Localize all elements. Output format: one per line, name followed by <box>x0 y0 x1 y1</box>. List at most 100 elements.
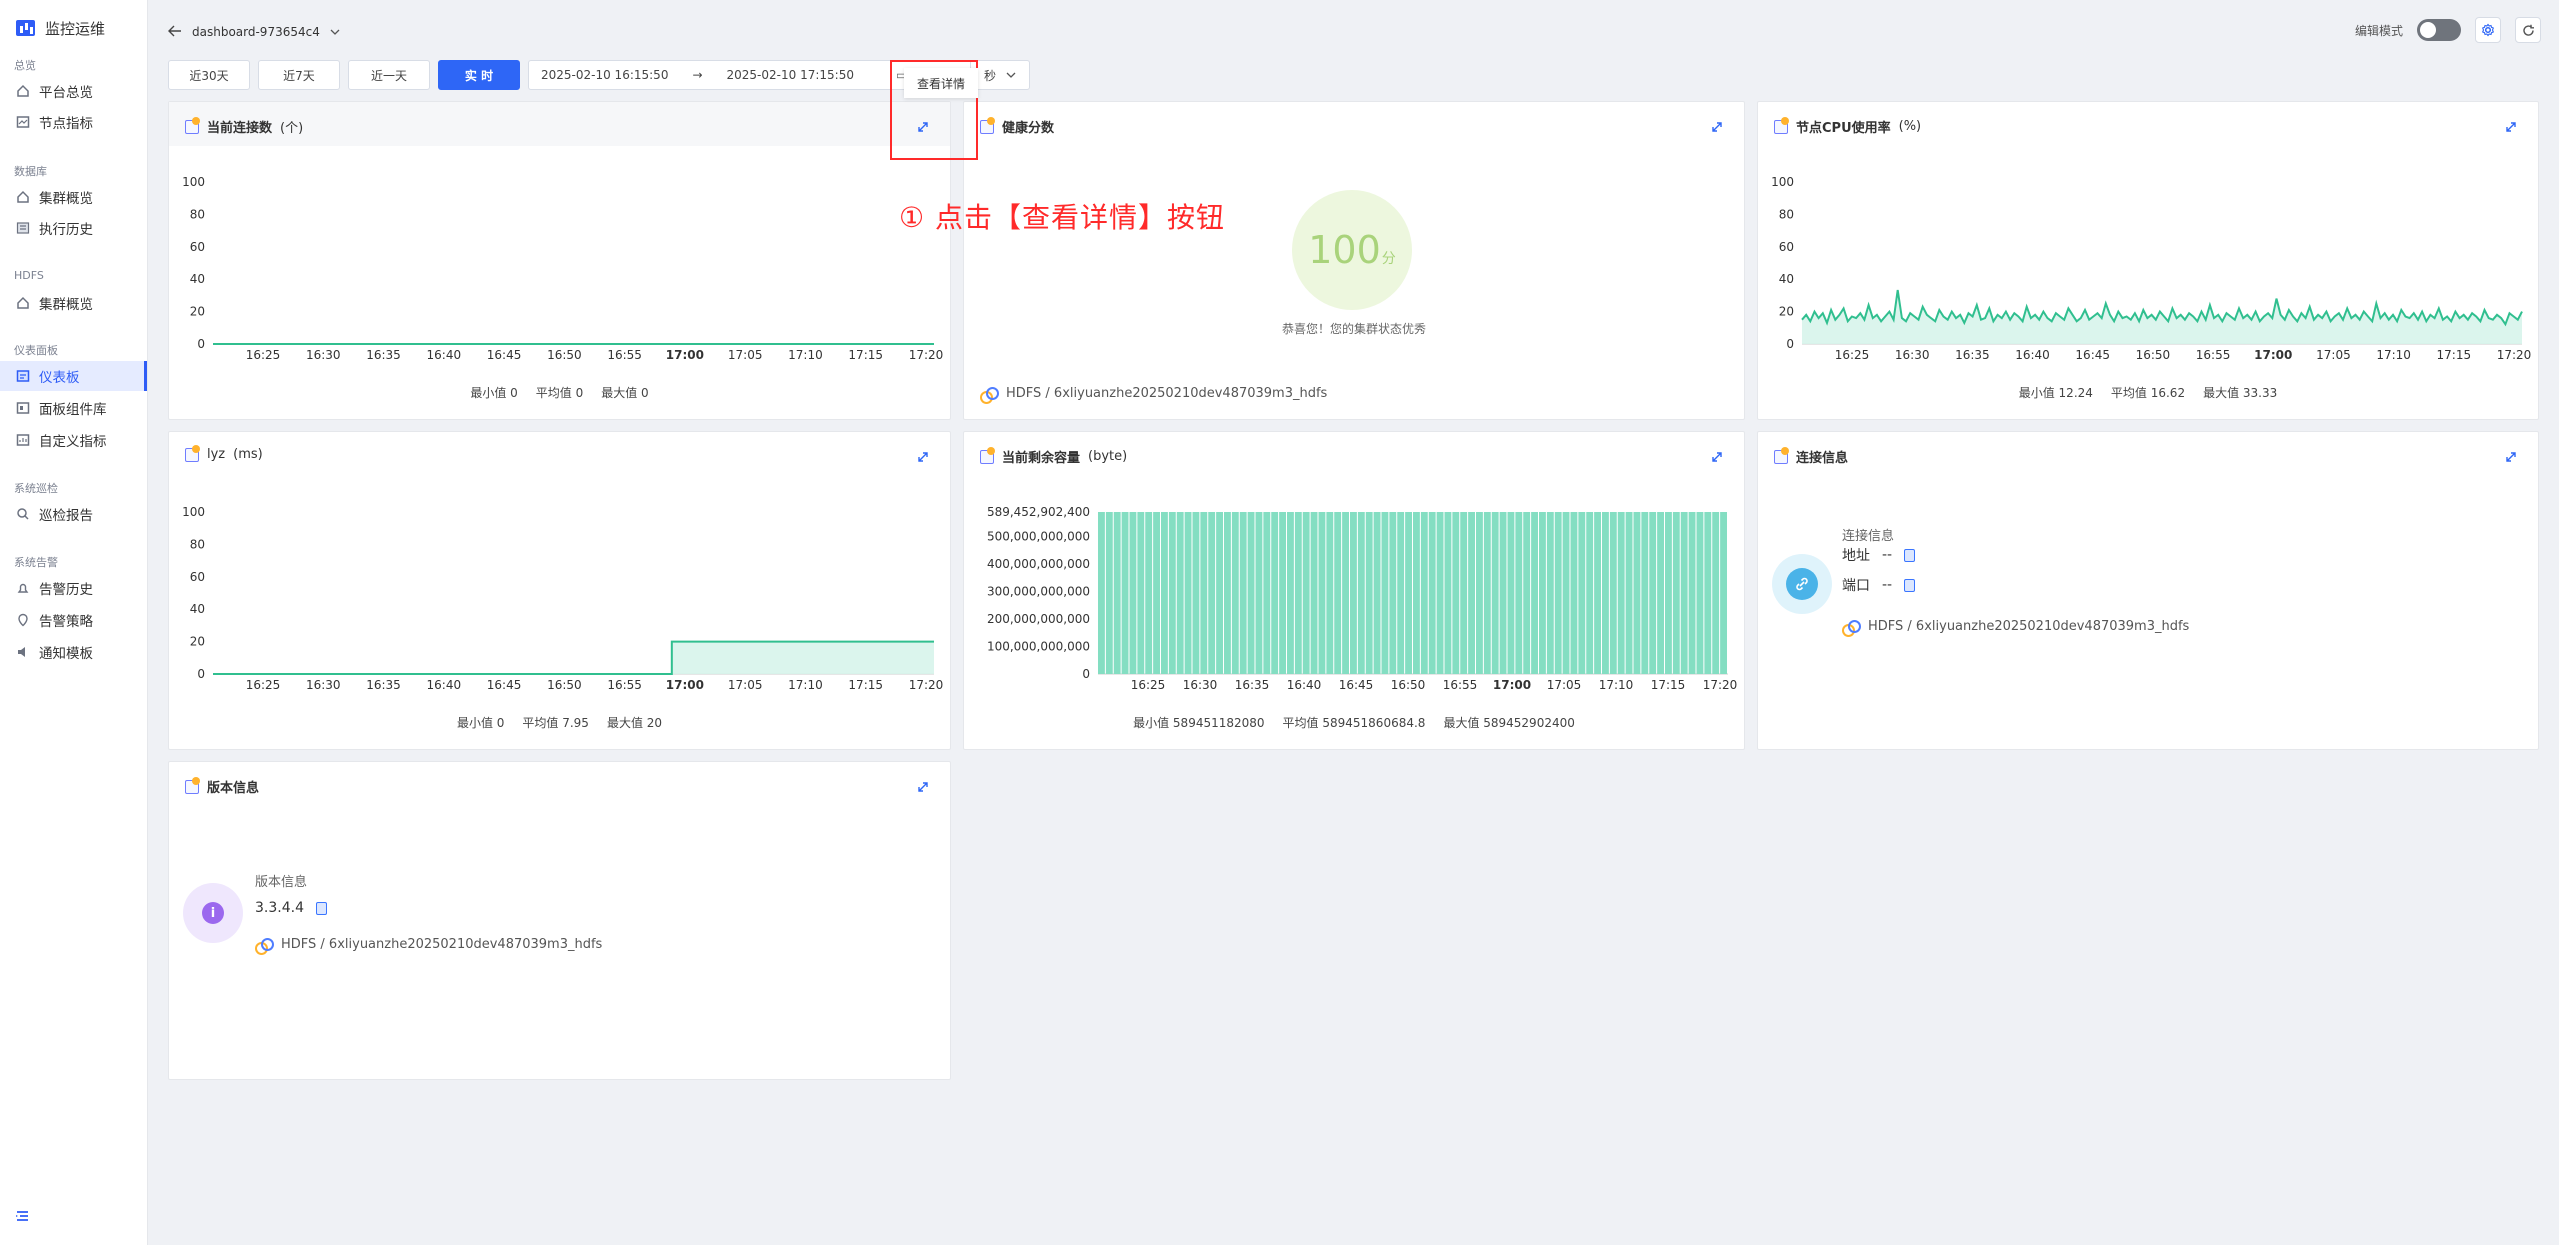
menu-collapse-icon[interactable] <box>15 1208 30 1222</box>
hdfs-icon <box>255 937 274 955</box>
sidebar-item-label: 仪表板 <box>39 370 80 386</box>
copy-icon[interactable] <box>1904 548 1916 562</box>
x-tick-label: 17:10 <box>788 678 823 692</box>
series-area <box>1802 290 2522 344</box>
y-tick-label: 0 <box>1082 667 1090 681</box>
nav-group-database: 数据库 <box>14 165 47 178</box>
address-row: 地址 -- <box>1842 545 1916 565</box>
cpu-stats: 最小值 12.24 平均值 16.62 最大值 33.33 <box>1758 384 2538 401</box>
y-tick-label: 100,000,000,000 <box>987 640 1090 654</box>
stat-max: 最大值 33.33 <box>2203 386 2278 400</box>
sidebar-item-notification-template[interactable]: 通知模板 <box>0 637 147 667</box>
sidebar-item-custom-metrics[interactable]: 自定义指标 <box>0 425 147 455</box>
sidebar-item-execution-history[interactable]: 执行历史 <box>0 213 147 243</box>
x-tick-label: 17:00 <box>1493 678 1531 692</box>
capacity-bar <box>1539 512 1546 674</box>
sidebar-item-dashboard[interactable]: 仪表板 <box>0 361 147 391</box>
list-icon <box>16 221 30 235</box>
logo-icon <box>16 20 35 36</box>
sidebar-item-label: 告警历史 <box>39 582 93 598</box>
sidebar-item-alert-history[interactable]: 告警历史 <box>0 573 147 603</box>
x-tick-label: 16:40 <box>427 348 462 362</box>
panel-title: 连接信息 <box>1774 446 1848 466</box>
panel-title: 版本信息 <box>185 776 259 796</box>
refresh-interval-select[interactable]: 秒 <box>970 60 1030 90</box>
x-tick-label: 16:50 <box>547 348 582 362</box>
custom-icon <box>16 433 30 447</box>
y-tick-label: 60 <box>1779 240 1794 254</box>
capacity-bar <box>1602 512 1609 674</box>
x-tick-label: 17:20 <box>1703 678 1738 692</box>
capacity-bar <box>1129 512 1137 674</box>
y-tick-label: 0 <box>197 667 205 681</box>
capacity-bar <box>1287 512 1294 674</box>
realtime-button[interactable]: 实 时 <box>438 60 520 90</box>
capacity-bar <box>1665 512 1672 674</box>
range-7-days-button[interactable]: 近7天 <box>258 60 340 90</box>
app-logo[interactable]: 监控运维 <box>16 18 105 38</box>
version-row: 3.3.4.4 <box>255 900 327 916</box>
expand-icon[interactable] <box>1710 120 1724 134</box>
capacity-bar <box>1168 512 1176 674</box>
x-tick-label: 17:10 <box>788 348 823 362</box>
capacity-bar <box>1200 512 1208 674</box>
capacity-bar <box>1105 512 1113 674</box>
copy-icon[interactable] <box>1904 578 1916 592</box>
sidebar-item-label: 集群概览 <box>39 191 93 207</box>
capacity-bar <box>1342 512 1349 674</box>
nav-group-hdfs: HDFS <box>14 269 44 282</box>
edit-mode-label: 编辑模式 <box>2354 23 2403 38</box>
sidebar-item-platform-overview[interactable]: 平台总览 <box>0 76 147 106</box>
sidebar-item-panel-library[interactable]: 面板组件库 <box>0 393 147 423</box>
hdfs-source: HDFS / 6xliyuanzhe20250210dev487039m3_hd… <box>980 386 1327 404</box>
stat-avg: 平均值 0 <box>535 386 584 400</box>
y-tick-label: 0 <box>197 337 205 351</box>
x-tick-label: 16:25 <box>246 348 281 362</box>
sidebar-item-alert-policy[interactable]: 告警策略 <box>0 605 147 635</box>
settings-button[interactable] <box>2475 17 2501 43</box>
panel-version-info: 版本信息 i 版本信息 3.3.4.4 HDFS / 6xliyuanzhe20… <box>168 761 951 1080</box>
sidebar-item-label: 平台总览 <box>39 85 93 101</box>
panel-icon <box>185 776 200 794</box>
expand-icon[interactable] <box>2504 450 2518 464</box>
y-tick-label: 20 <box>190 305 205 319</box>
refresh-unit: 秒 <box>983 68 996 83</box>
end-date[interactable]: 2025-02-10 17:15:50 <box>727 68 854 82</box>
refresh-button[interactable] <box>2515 17 2541 43</box>
capacity-bar <box>1365 512 1373 674</box>
dashboard-name[interactable]: dashboard-973654c4 <box>192 25 320 39</box>
expand-icon[interactable] <box>916 780 930 794</box>
copy-icon[interactable] <box>315 901 327 915</box>
panel-connection-info: 连接信息 连接信息 地址 -- 端口 -- HDFS / 6xliyuanzhe20… <box>1757 431 2539 750</box>
sidebar-item-db-cluster-overview[interactable]: 集群概览 <box>0 182 147 212</box>
nav-group-overview: 总览 <box>14 59 36 72</box>
back-arrow-icon[interactable] <box>168 25 182 40</box>
x-tick-label: 16:55 <box>1443 678 1478 692</box>
sidebar-item-node-metrics[interactable]: 节点指标 <box>0 107 147 137</box>
range-1-day-button[interactable]: 近一天 <box>348 60 430 90</box>
sidebar-item-label: 告警策略 <box>39 614 93 630</box>
capacity-bar <box>1570 512 1578 674</box>
capacity-bar <box>1460 512 1468 674</box>
capacity-bar <box>1507 512 1515 674</box>
sidebar-item-hdfs-cluster-overview[interactable]: 集群概览 <box>0 288 147 318</box>
series-area <box>213 641 934 674</box>
capacity-bar <box>1326 512 1334 674</box>
chevron-down-icon <box>1006 72 1016 78</box>
edit-mode-toggle[interactable] <box>2417 19 2461 41</box>
x-tick-label: 16:35 <box>1235 678 1270 692</box>
stat-avg: 平均值 16.62 <box>2110 386 2186 400</box>
y-tick-label: 0 <box>1786 337 1794 351</box>
y-tick-label: 589,452,902,400 <box>987 505 1090 519</box>
sidebar-item-inspection-report[interactable]: 巡检报告 <box>0 499 147 529</box>
x-tick-label: 16:45 <box>2075 348 2110 362</box>
panel-lyz: lyz (ms) 0 20 40 60 80 100 16:25 16:30 16:35 16:40… <box>168 431 951 750</box>
chevron-down-icon[interactable] <box>330 25 340 39</box>
capacity-bar <box>1436 512 1444 674</box>
range-30-days-button[interactable]: 近30天 <box>168 60 250 90</box>
capacity-bar <box>1413 512 1420 674</box>
capacity-bar <box>1216 512 1223 674</box>
x-tick-label: 16:55 <box>607 348 642 362</box>
start-date[interactable]: 2025-02-10 16:15:50 <box>541 68 668 82</box>
y-tick-label: 80 <box>190 207 205 221</box>
